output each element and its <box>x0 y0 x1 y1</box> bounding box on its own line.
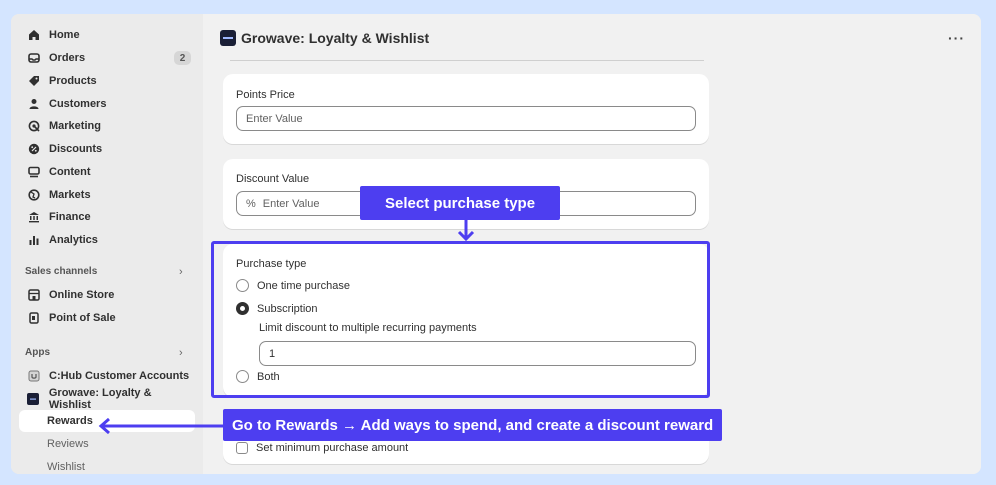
points-price-placeholder: Enter Value <box>246 112 303 125</box>
purchase-type-label: Purchase type <box>236 258 307 270</box>
sidebar-item-orders[interactable]: Orders 2 <box>19 47 195 69</box>
radio-subscription[interactable]: Subscription <box>236 302 318 315</box>
discount-value-placeholder: Enter Value <box>262 197 320 210</box>
radio-one-time-purchase[interactable]: One time purchase <box>236 279 350 292</box>
growave-icon <box>27 393 40 406</box>
sidebar-item-label: Customers <box>49 98 107 110</box>
checkbox[interactable] <box>236 442 248 454</box>
bank-icon <box>27 211 40 224</box>
chevron-right-icon[interactable]: › <box>179 347 183 359</box>
discount-icon <box>27 143 40 156</box>
sidebar-item-label: Finance <box>49 211 91 223</box>
sidebar-item-label: C:Hub Customer Accounts <box>49 370 190 382</box>
sidebar-item-label: Marketing <box>49 120 101 132</box>
sidebar: Home Orders 2 Products Customers Marketi… <box>11 14 203 474</box>
limit-discount-label: Limit discount to multiple recurring pay… <box>259 322 477 334</box>
sidebar-item-label: Growave: Loyalty & Wishlist <box>48 387 152 411</box>
sidebar-subitem-wishlist[interactable]: Wishlist <box>19 456 193 474</box>
sidebar-item-label: Orders <box>49 52 86 64</box>
more-actions-button[interactable]: ··· <box>948 30 965 46</box>
sidebar-item-finance[interactable]: Finance <box>19 206 195 228</box>
select-purchase-type-callout: Select purchase type <box>360 186 561 220</box>
purchase-type-card: Purchase type One time purchase Subscrip… <box>223 244 709 397</box>
arrow-left-icon <box>98 418 224 434</box>
sidebar-item-growave[interactable]: Growave: Loyalty & Wishlist <box>19 387 195 411</box>
apps-title: Apps <box>25 347 50 358</box>
inbox-icon <box>27 52 40 65</box>
sidebar-item-online-store[interactable]: Online Store <box>19 284 195 306</box>
main-content: Growave: Loyalty & Wishlist ··· Points P… <box>203 14 981 474</box>
target-icon <box>27 120 40 133</box>
store-icon <box>27 289 40 302</box>
radio-button[interactable] <box>236 279 249 292</box>
callout-text: Go to Rewards → Add ways to spend, and c… <box>232 416 714 434</box>
sidebar-item-label: Online Store <box>49 289 115 301</box>
sidebar-item-label: Markets <box>49 189 91 201</box>
sidebar-item-label: Analytics <box>49 234 98 246</box>
sidebar-item-chub[interactable]: C:Hub Customer Accounts <box>19 365 195 387</box>
page-title-text: Growave: Loyalty & Wishlist <box>241 30 430 46</box>
percent-prefix: % <box>246 197 256 210</box>
points-price-card: Points Price Enter Value <box>223 74 709 144</box>
minimum-purchase-label: Set minimum purchase amount <box>256 442 409 454</box>
chub-icon <box>27 370 40 383</box>
page-title: Growave: Loyalty & Wishlist <box>220 30 429 46</box>
discount-value-label: Discount Value <box>236 173 310 185</box>
radio-label: Subscription <box>257 302 318 315</box>
sidebar-subitem-reviews[interactable]: Reviews <box>19 433 193 455</box>
sidebar-item-analytics[interactable]: Analytics <box>19 229 195 251</box>
radio-label: Both <box>257 370 280 383</box>
minimum-purchase-checkbox-row[interactable]: Set minimum purchase amount <box>236 442 408 454</box>
content-icon <box>27 166 40 179</box>
pos-icon <box>27 312 40 325</box>
sidebar-item-label: Content <box>49 166 91 178</box>
sidebar-item-home[interactable]: Home <box>19 24 195 46</box>
orders-count-badge: 2 <box>174 51 191 65</box>
radio-button-checked[interactable] <box>236 302 249 315</box>
sidebar-item-products[interactable]: Products <box>19 70 195 92</box>
limit-payments-value: 1 <box>269 347 276 360</box>
person-icon <box>27 98 40 111</box>
app-window: Home Orders 2 Products Customers Marketi… <box>11 14 981 474</box>
sidebar-item-markets[interactable]: Markets <box>19 184 195 206</box>
callout-text: Select purchase type <box>385 194 536 212</box>
arrow-down-icon <box>457 220 475 242</box>
home-icon <box>27 29 40 42</box>
sidebar-item-customers[interactable]: Customers <box>19 93 195 115</box>
tag-icon <box>27 75 40 88</box>
points-price-input[interactable]: Enter Value <box>236 106 696 131</box>
sidebar-item-content[interactable]: Content <box>19 161 195 183</box>
globe-icon <box>27 189 40 202</box>
points-price-label: Points Price <box>236 89 295 101</box>
radio-label: One time purchase <box>257 279 350 292</box>
bar-chart-icon <box>27 234 40 247</box>
sales-channels-title: Sales channels <box>25 266 98 277</box>
sidebar-item-label: Point of Sale <box>49 312 116 324</box>
sidebar-item-label: Products <box>49 75 97 87</box>
sidebar-item-marketing[interactable]: Marketing <box>19 115 195 137</box>
sidebar-item-label: Home <box>49 29 80 41</box>
radio-button[interactable] <box>236 370 249 383</box>
limit-payments-input[interactable]: 1 <box>259 341 696 366</box>
growave-logo-icon <box>220 30 236 46</box>
go-to-rewards-callout: Go to Rewards → Add ways to spend, and c… <box>223 409 723 441</box>
sidebar-item-discounts[interactable]: Discounts <box>19 138 195 160</box>
chevron-right-icon[interactable]: › <box>179 266 183 278</box>
sidebar-item-point-of-sale[interactable]: Point of Sale <box>19 307 195 329</box>
divider <box>230 60 704 61</box>
sidebar-item-label: Discounts <box>49 143 103 155</box>
radio-both[interactable]: Both <box>236 370 280 383</box>
